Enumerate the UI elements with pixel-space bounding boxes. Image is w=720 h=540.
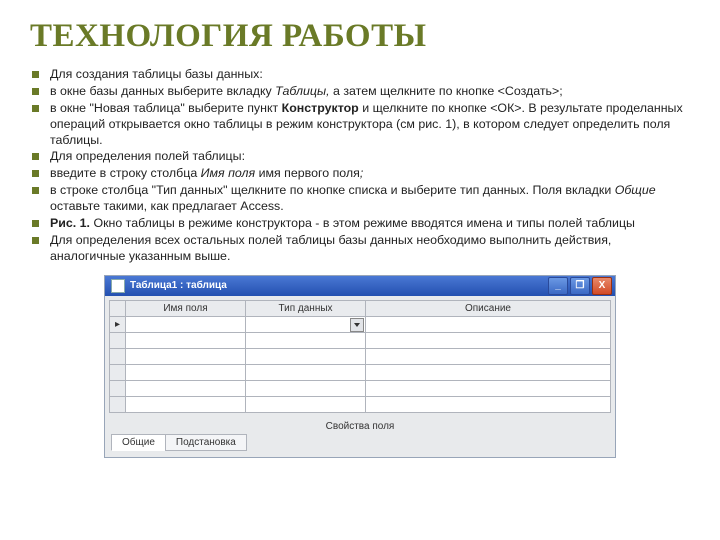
restore-button[interactable]: ❐ <box>570 277 590 295</box>
titlebar: Таблица1 : таблица _ ❐ X <box>105 276 615 296</box>
selector-header <box>110 300 126 316</box>
bullet-text: Окно таблицы в режиме конструктора - в э… <box>90 216 635 230</box>
grid-cell[interactable] <box>246 396 366 412</box>
close-button[interactable]: X <box>592 277 612 295</box>
grid-cell[interactable] <box>366 380 611 396</box>
bullet-text: Таблицы, <box>275 84 329 98</box>
property-tabs: Общие Подстановка <box>105 434 615 457</box>
fields-table: Имя поля Тип данных Описание ▸ <box>109 300 611 413</box>
col-field-name: Имя поля <box>126 300 246 316</box>
grid-cell[interactable] <box>126 316 246 332</box>
row-selector[interactable]: ▸ <box>110 316 126 332</box>
table-row[interactable] <box>110 348 611 364</box>
grid-cell[interactable] <box>126 348 246 364</box>
bullet-text: в окне "Новая таблица" выберите пункт <box>50 101 282 115</box>
bullet-item: в строке столбца "Тип данных" щелкните п… <box>30 183 690 215</box>
col-data-type: Тип данных <box>246 300 366 316</box>
bullet-item: Рис. 1. Окно таблицы в режиме конструкто… <box>30 216 690 232</box>
design-grid: Имя поля Тип данных Описание ▸ <box>105 296 615 417</box>
bullet-text: а затем щелкните по кнопке <Создать>; <box>330 84 563 98</box>
col-description: Описание <box>366 300 611 316</box>
bullet-text: Имя поля <box>201 166 255 180</box>
bullet-text: Конструктор <box>282 101 359 115</box>
table-row[interactable] <box>110 332 611 348</box>
row-selector[interactable] <box>110 396 126 412</box>
bullet-text: Для определения полей таблицы: <box>50 149 245 163</box>
grid-cell[interactable] <box>366 316 611 332</box>
grid-cell[interactable] <box>126 364 246 380</box>
grid-cell[interactable] <box>126 380 246 396</box>
bullet-text: Для создания таблицы базы данных: <box>50 67 263 81</box>
bullet-list: Для создания таблицы базы данных: в окне … <box>30 67 690 265</box>
grid-cell[interactable] <box>126 396 246 412</box>
bullet-text: в окне базы данных выберите вкладку <box>50 84 275 98</box>
bullet-text: оставьте такими, как предлагает Access. <box>50 199 284 213</box>
grid-cell[interactable] <box>126 332 246 348</box>
bullet-text: Для определения всех остальных полей таб… <box>50 233 611 263</box>
bullet-item: Для определения полей таблицы: <box>30 149 690 165</box>
bullet-item: Для создания таблицы базы данных: <box>30 67 690 83</box>
bullet-item: в окне "Новая таблица" выберите пункт Ко… <box>30 101 690 149</box>
tab-general[interactable]: Общие <box>111 434 166 451</box>
bullet-text: Рис. 1. <box>50 216 90 230</box>
row-selector[interactable] <box>110 364 126 380</box>
access-window: Таблица1 : таблица _ ❐ X Имя поля Тип да… <box>104 275 616 458</box>
table-row[interactable] <box>110 364 611 380</box>
table-row[interactable]: ▸ <box>110 316 611 332</box>
bullet-text: имя первого поля <box>255 166 360 180</box>
bullet-item: Для определения всех остальных полей таб… <box>30 233 690 265</box>
window-icon <box>111 279 125 293</box>
grid-cell[interactable] <box>246 364 366 380</box>
grid-cell[interactable] <box>366 364 611 380</box>
grid-cell[interactable] <box>246 380 366 396</box>
bullet-item: в окне базы данных выберите вкладку Табл… <box>30 84 690 100</box>
table-row[interactable] <box>110 396 611 412</box>
bullet-text: Общие <box>615 183 656 197</box>
grid-cell[interactable] <box>366 396 611 412</box>
bullet-text: в строке столбца "Тип данных" щелкните п… <box>50 183 615 197</box>
bullet-text: введите в строку столбца <box>50 166 201 180</box>
bullet-text: ; <box>360 166 363 180</box>
window-title: Таблица1 : таблица <box>130 280 546 291</box>
grid-cell[interactable] <box>366 332 611 348</box>
row-selector[interactable] <box>110 380 126 396</box>
bullet-item: введите в строку столбца Имя поля имя пе… <box>30 166 690 182</box>
field-properties-label: Свойства поля <box>105 417 615 434</box>
grid-cell[interactable] <box>246 348 366 364</box>
tab-lookup[interactable]: Подстановка <box>165 434 247 451</box>
grid-cell[interactable] <box>366 348 611 364</box>
datatype-dropdown-button[interactable] <box>350 318 364 332</box>
table-row[interactable] <box>110 380 611 396</box>
minimize-button[interactable]: _ <box>548 277 568 295</box>
grid-cell[interactable] <box>246 316 366 332</box>
row-selector[interactable] <box>110 332 126 348</box>
row-selector[interactable] <box>110 348 126 364</box>
grid-cell[interactable] <box>246 332 366 348</box>
page-title: ТЕХНОЛОГИЯ РАБОТЫ <box>30 18 690 55</box>
